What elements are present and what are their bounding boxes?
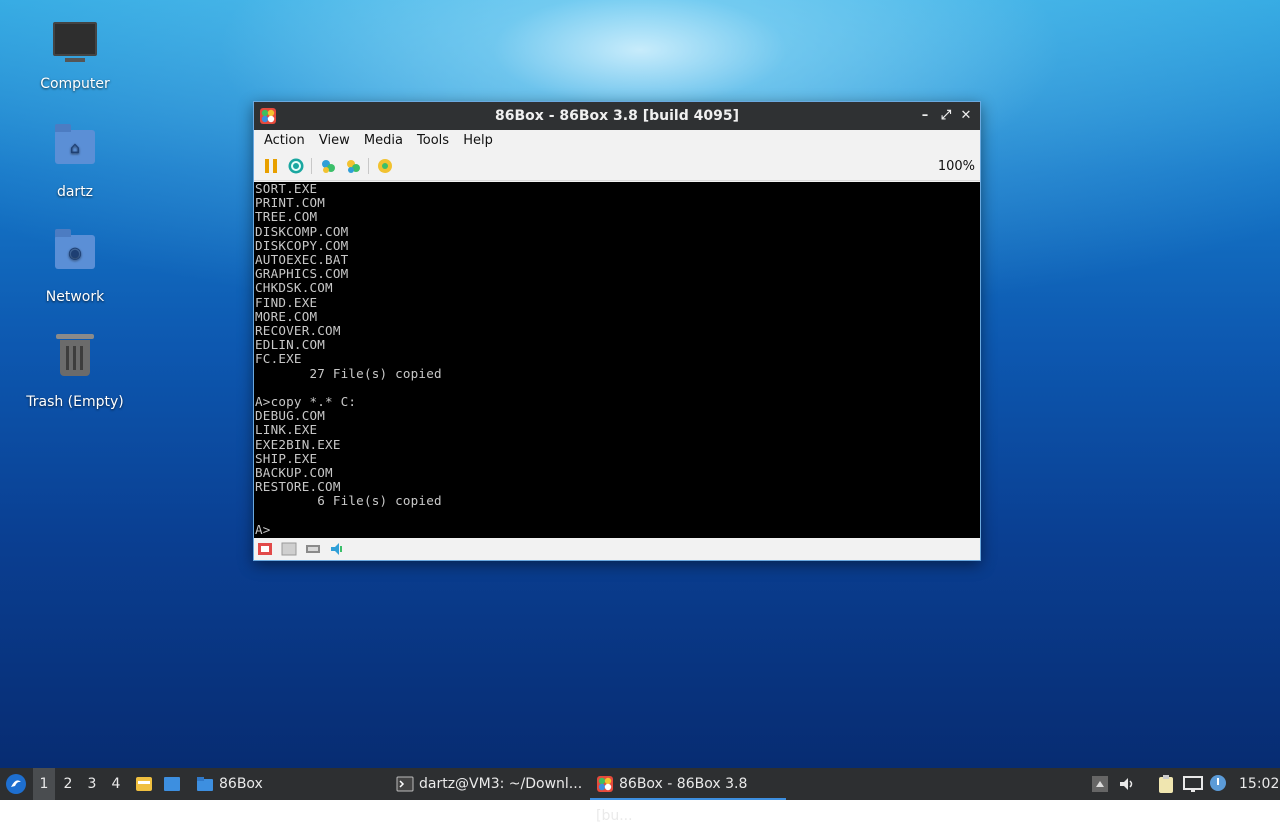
trash-icon: [51, 334, 99, 388]
console-line: DEBUG.COM: [255, 408, 326, 424]
pause-icon[interactable]: [262, 157, 280, 175]
menu-action[interactable]: Action: [264, 130, 305, 148]
menu-media[interactable]: Media: [364, 130, 403, 148]
desktop-icon-label: Trash (Empty): [26, 394, 124, 410]
console-line: EXE2BIN.EXE: [255, 436, 341, 452]
folder-icon: [197, 777, 213, 791]
desktop-icon-home[interactable]: ⌂ dartz: [20, 122, 130, 200]
floppy-drive-icon[interactable]: [257, 541, 273, 557]
close-button[interactable]: ✕: [957, 106, 975, 126]
notification-icon[interactable]: [1209, 774, 1227, 792]
console-line: DISKCOPY.COM: [255, 237, 349, 253]
sound-icon[interactable]: [329, 541, 345, 557]
menu-bar: Action View Media Tools Help: [254, 130, 980, 152]
console-line: 27 File(s) copied: [255, 365, 442, 381]
window-title: 86Box - 86Box 3.8 [build 4095]: [495, 108, 739, 124]
terminal-icon: [396, 776, 414, 792]
console-line: PRINT.COM: [255, 195, 326, 211]
start-menu-icon[interactable]: [5, 773, 27, 795]
menu-help[interactable]: Help: [463, 130, 493, 148]
clock[interactable]: 15:02: [1239, 768, 1279, 800]
console-line: AUTOEXEC.BAT: [255, 252, 349, 268]
desktop-icon-label: dartz: [56, 184, 94, 200]
ctrl-alt-esc-icon[interactable]: [344, 157, 362, 175]
emulator-screen[interactable]: SORT.EXE PRINT.COM TREE.COM DISKCOMP.COM DIS…: [254, 182, 980, 538]
console-line: GRAPHICS.COM: [255, 266, 349, 282]
console-line: MORE.COM: [255, 308, 318, 324]
console-line: SORT.EXE: [255, 182, 318, 196]
desktop-icon-label: Computer: [40, 76, 110, 92]
status-bar: [254, 538, 980, 560]
minimize-button[interactable]: –: [916, 106, 934, 126]
console-line: EDLIN.COM: [255, 337, 326, 353]
workspace-4[interactable]: 4: [105, 768, 127, 800]
emulator-window: 86Box - 86Box 3.8 [build 4095] – ⤢ ✕ Act…: [253, 101, 981, 561]
taskbar: 1 2 3 4 86Box dartz@VM3: ~/Downl... 86Bo…: [0, 768, 1280, 824]
show-desktop-icon[interactable]: [163, 775, 181, 793]
taskbar-task-86box[interactable]: 86Box - 86Box 3.8 [bu...: [590, 768, 786, 824]
computer-icon: [51, 22, 99, 70]
network-folder-icon: ◉: [51, 229, 99, 283]
hard-reset-icon[interactable]: [287, 157, 305, 175]
menu-view[interactable]: View: [319, 130, 350, 148]
taskbar-task-folder[interactable]: 86Box: [190, 768, 269, 800]
keyboard-icon[interactable]: [305, 541, 321, 557]
ctrl-alt-del-icon[interactable]: [319, 157, 337, 175]
maximize-button[interactable]: ⤢: [937, 106, 955, 126]
workspace-1[interactable]: 1: [33, 768, 55, 800]
dos-console-output: SORT.EXE PRINT.COM TREE.COM DISKCOMP.COM DIS…: [254, 182, 980, 537]
console-line: RECOVER.COM: [255, 323, 341, 339]
hard-disk-icon[interactable]: [281, 541, 297, 557]
console-line: SHIP.EXE: [255, 450, 318, 466]
console-line: DISKCOMP.COM: [255, 223, 349, 239]
workspace-2[interactable]: 2: [57, 768, 79, 800]
toolbar: 100%: [254, 152, 980, 181]
taskbar-task-label: 86Box - 86Box 3.8 [bu...: [596, 776, 748, 824]
console-line: RESTORE.COM: [255, 479, 341, 495]
tray-expand-icon[interactable]: [1091, 775, 1109, 793]
console-line: A>: [255, 521, 271, 537]
zoom-level: 100%: [937, 159, 975, 174]
desktop: Computer ⌂ dartz ◉ Network Trash (Empty)…: [0, 0, 1280, 768]
desktop-icon-trash[interactable]: Trash (Empty): [20, 332, 130, 410]
home-folder-icon: ⌂: [51, 124, 99, 178]
window-titlebar[interactable]: 86Box - 86Box 3.8 [build 4095] – ⤢ ✕: [254, 102, 980, 130]
86box-icon: [597, 776, 613, 792]
desktop-icon-network[interactable]: ◉ Network: [20, 227, 130, 305]
console-line: FIND.EXE: [255, 294, 318, 310]
desktop-icon-label: Network: [45, 289, 105, 305]
network-icon[interactable]: [1183, 775, 1203, 793]
clipboard-icon[interactable]: [1156, 774, 1176, 794]
console-line: BACKUP.COM: [255, 465, 333, 481]
menu-tools[interactable]: Tools: [417, 130, 449, 148]
console-line: LINK.EXE: [255, 422, 318, 438]
settings-gear-icon[interactable]: [376, 157, 394, 175]
console-line: FC.EXE: [255, 351, 302, 367]
taskbar-task-label: 86Box: [219, 776, 263, 792]
taskbar-task-terminal[interactable]: dartz@VM3: ~/Downl...: [390, 768, 588, 800]
taskbar-task-label: dartz@VM3: ~/Downl...: [419, 776, 583, 792]
file-manager-launcher-icon[interactable]: [135, 775, 153, 793]
console-line: CHKDSK.COM: [255, 280, 333, 296]
console-line: A>copy *.* C:: [255, 394, 357, 410]
workspace-3[interactable]: 3: [81, 768, 103, 800]
volume-icon[interactable]: [1118, 775, 1136, 793]
console-line: TREE.COM: [255, 209, 318, 225]
console-line: 6 File(s) copied: [255, 493, 442, 509]
desktop-icon-computer[interactable]: Computer: [20, 18, 130, 92]
